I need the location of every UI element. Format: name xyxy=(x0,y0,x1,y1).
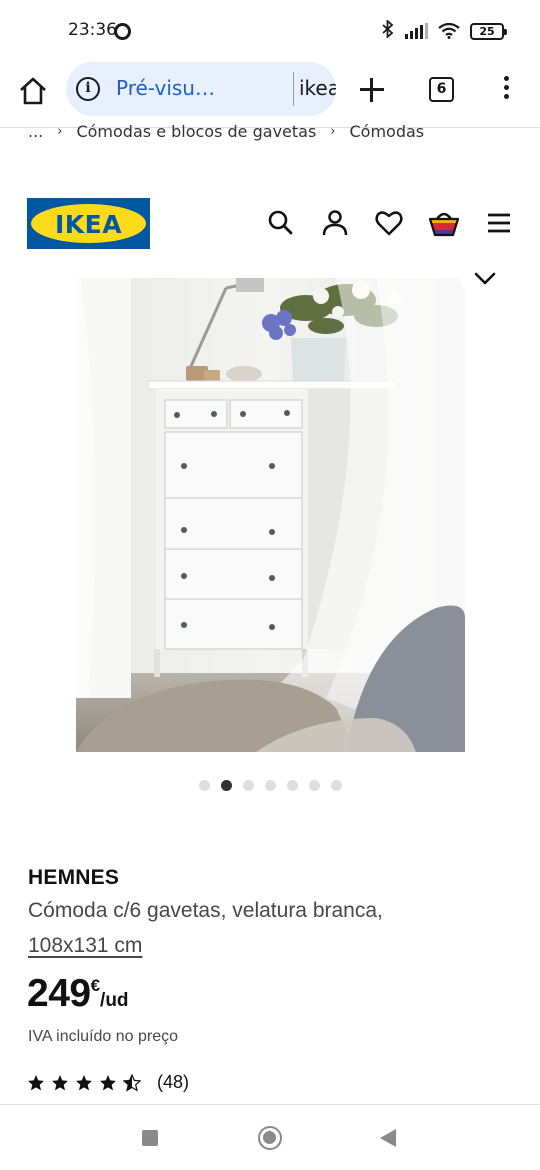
bluetooth-icon xyxy=(381,18,395,42)
carousel-dot[interactable] xyxy=(265,780,276,791)
chevron-right-icon: › xyxy=(330,123,336,139)
carousel-dot[interactable] xyxy=(309,780,320,791)
price-currency: € xyxy=(90,976,101,995)
product-description: Cómoda c/6 gavetas, velatura branca, xyxy=(28,899,383,922)
search-icon[interactable] xyxy=(266,208,296,238)
url-domain: ikea.com/ xyxy=(299,76,336,100)
tab-switcher-button[interactable]: 6 xyxy=(429,77,454,102)
chevron-right-icon: › xyxy=(57,123,63,139)
wifi-icon xyxy=(438,22,460,39)
star-icon xyxy=(123,1073,141,1092)
carousel-dot[interactable] xyxy=(243,780,254,791)
status-icons: 25 xyxy=(381,18,507,42)
save-to-list-button[interactable] xyxy=(458,258,512,298)
favourites-icon[interactable] xyxy=(374,208,404,238)
signal-icon xyxy=(405,23,428,39)
browser-toolbar: i Pré-visu… ikea.com/ 6 xyxy=(0,62,540,120)
recents-button[interactable] xyxy=(142,1130,158,1146)
status-time: 23:36 xyxy=(68,20,117,40)
account-icon[interactable] xyxy=(320,208,350,238)
product-dimensions-link[interactable]: 108x131 cm xyxy=(28,934,142,958)
star-icon xyxy=(52,1074,68,1090)
rating-stars xyxy=(27,1073,141,1092)
notification-dot-icon xyxy=(114,23,131,40)
breadcrumb-ellipsis[interactable]: ... xyxy=(28,122,43,141)
browser-menu-icon[interactable] xyxy=(500,76,512,104)
url-preview-label: Pré-visu… xyxy=(116,76,215,100)
home-button[interactable] xyxy=(258,1126,282,1150)
image-carousel-indicator[interactable] xyxy=(199,780,342,791)
logo-text: IKEA xyxy=(54,210,123,239)
browser-home-icon[interactable] xyxy=(18,76,48,106)
breadcrumb-item-dressers[interactable]: Cómodas xyxy=(350,122,425,141)
review-count[interactable]: (48) xyxy=(157,1072,189,1093)
breadcrumb-item-chests-of-drawers[interactable]: Cómodas e blocos de gavetas xyxy=(76,122,316,141)
product-price: 249 € /ud xyxy=(27,972,129,1018)
url-divider xyxy=(293,72,294,106)
carousel-dot[interactable] xyxy=(199,780,210,791)
site-info-icon[interactable]: i xyxy=(76,77,100,101)
star-icon xyxy=(76,1074,92,1090)
status-bar: 23:36 25 xyxy=(0,0,540,62)
back-button[interactable] xyxy=(380,1129,396,1147)
android-navigation-bar xyxy=(0,1106,540,1170)
product-name: HEMNES xyxy=(28,866,120,889)
ikea-logo[interactable]: IKEA xyxy=(27,198,150,249)
price-unit: /ud xyxy=(100,990,129,1011)
content-divider xyxy=(0,1104,540,1105)
hamburger-menu-icon[interactable] xyxy=(486,208,516,238)
product-rating[interactable]: (48) xyxy=(27,1072,189,1093)
star-icon xyxy=(100,1074,116,1090)
carousel-dot[interactable] xyxy=(331,780,342,791)
new-tab-icon[interactable] xyxy=(358,76,386,104)
price-integer: 249 xyxy=(27,972,91,1015)
product-image[interactable] xyxy=(76,278,465,752)
address-bar[interactable]: i Pré-visu… ikea.com/ xyxy=(66,62,336,116)
breadcrumb: ... › Cómodas e blocos de gavetas › Cómo… xyxy=(28,120,424,142)
star-icon xyxy=(28,1074,44,1090)
vat-note: IVA incluído no preço xyxy=(28,1028,179,1045)
carousel-dot[interactable] xyxy=(287,780,298,791)
battery-icon: 25 xyxy=(470,22,507,40)
carousel-dot[interactable] xyxy=(221,780,232,791)
cart-icon[interactable] xyxy=(428,208,460,238)
